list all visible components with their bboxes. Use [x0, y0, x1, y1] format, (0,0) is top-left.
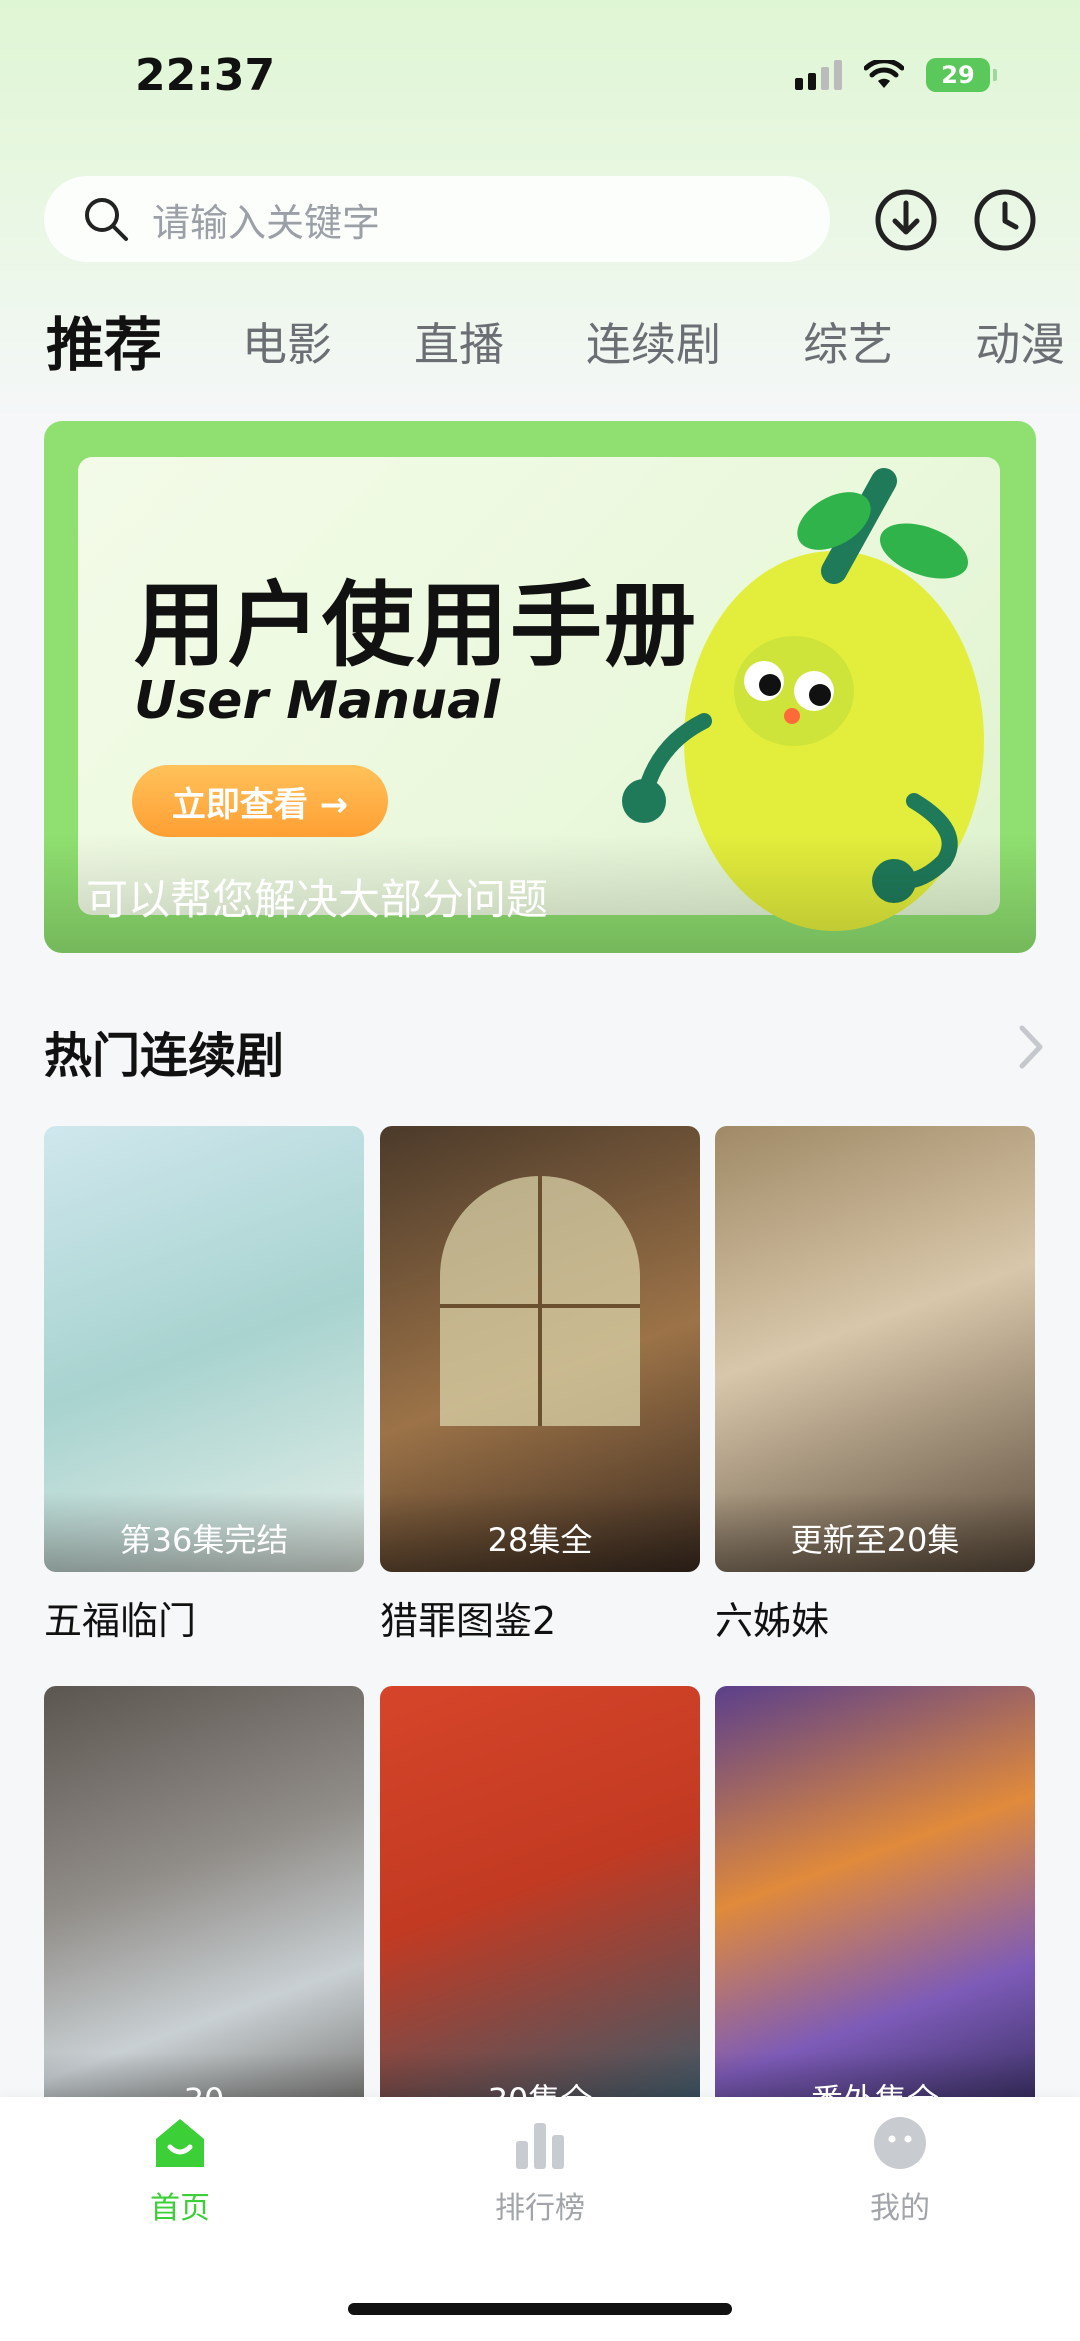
category-tabs: 推荐 电影 直播 连续剧 综艺 动漫 [46, 300, 1080, 380]
banner-subtitle: User Manual [134, 671, 500, 731]
nav-profile-label: 我的 [870, 2191, 930, 2226]
tab-live[interactable]: 直播 [414, 308, 504, 373]
tab-recommend[interactable]: 推荐 [46, 300, 162, 380]
tab-variety[interactable]: 综艺 [803, 308, 893, 373]
nav-ranking-label: 排行榜 [495, 2191, 585, 2226]
promo-banner[interactable]: 用户使用手册 User Manual 立即查看 → 可以帮您解决大部分问题 [44, 421, 1036, 953]
drama-poster: 30集全 [380, 1686, 700, 2132]
search-icon [85, 198, 128, 241]
signal-icon [795, 60, 842, 90]
section-more-button[interactable] [1016, 1022, 1046, 1076]
drama-poster: 30 [44, 1686, 364, 2132]
nav-home[interactable]: 首页 [80, 2115, 280, 2227]
episode-badge: 更新至20集 [715, 1492, 1035, 1572]
search-placeholder: 请输入关键字 [152, 200, 381, 245]
tab-movie[interactable]: 电影 [242, 308, 332, 373]
download-icon [875, 189, 937, 251]
nav-ranking[interactable]: 排行榜 [440, 2115, 640, 2227]
drama-title: 五福临门 [44, 1599, 197, 1643]
drama-card[interactable]: 第36集完结 五福临门 [44, 1126, 364, 1645]
drama-poster: 番外集全 [715, 1686, 1035, 2132]
battery-icon: 29 [926, 58, 997, 92]
drama-card[interactable]: 30集全 [380, 1686, 700, 2132]
drama-title: 猎罪图鉴2 [380, 1599, 557, 1643]
episode-badge: 第36集完结 [44, 1492, 364, 1572]
banner-caption-overlay: 可以帮您解决大部分问题 [44, 833, 1036, 953]
wifi-icon [864, 60, 904, 88]
battery-level: 29 [941, 61, 975, 89]
bar-chart-icon [516, 2123, 564, 2169]
download-button[interactable] [866, 180, 946, 260]
tab-series[interactable]: 连续剧 [586, 308, 721, 373]
drama-title: 六姊妹 [715, 1599, 830, 1643]
banner-caption: 可以帮您解决大部分问题 [86, 875, 549, 924]
drama-card[interactable]: 更新至20集 六姊妹 [715, 1126, 1035, 1645]
history-button[interactable] [965, 180, 1045, 260]
home-icon [156, 2119, 204, 2167]
home-indicator [348, 2303, 732, 2315]
drama-poster: 第36集完结 [44, 1126, 364, 1572]
chevron-right-icon [1019, 1025, 1043, 1069]
view-now-button[interactable]: 立即查看 → [132, 765, 388, 837]
nav-profile[interactable]: 我的 [800, 2115, 1000, 2227]
smile-face-icon [874, 2117, 926, 2169]
drama-card[interactable]: 30 [44, 1686, 364, 2132]
episode-badge: 28集全 [380, 1492, 700, 1572]
status-icons: 29 [795, 58, 997, 92]
clock-icon [974, 189, 1036, 251]
section-title: 热门连续剧 [44, 1028, 285, 1084]
nav-home-label: 首页 [150, 2191, 210, 2226]
drama-poster: 28集全 [380, 1126, 700, 1572]
drama-card[interactable]: 番外集全 [715, 1686, 1035, 2132]
drama-card[interactable]: 28集全 猎罪图鉴2 [380, 1126, 700, 1645]
drama-poster: 更新至20集 [715, 1126, 1035, 1572]
search-input[interactable]: 请输入关键字 [44, 176, 830, 262]
tab-anime[interactable]: 动漫 [975, 308, 1065, 373]
status-time: 22:37 [135, 50, 276, 101]
